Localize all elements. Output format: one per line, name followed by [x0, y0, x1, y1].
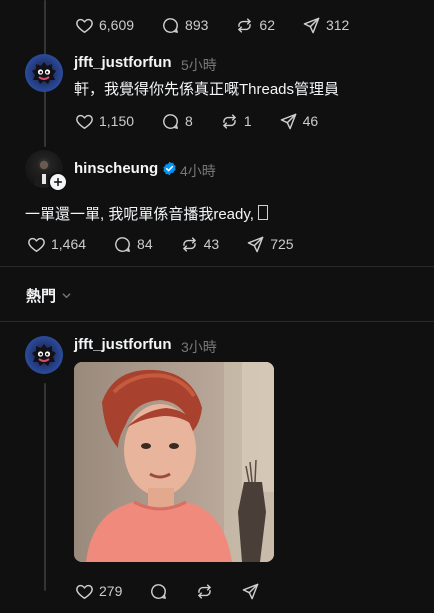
like-button[interactable]: 6,609 [75, 16, 134, 35]
divider [0, 321, 434, 322]
like-button[interactable]: 279 [75, 582, 122, 601]
reply-text-content: 一單還一單, 我呢單係音播我ready, [25, 206, 259, 223]
comment-icon [163, 113, 178, 129]
repost-icon [223, 113, 236, 129]
timestamp: 4小時 [180, 163, 216, 179]
username[interactable]: jfft_justforfun [74, 336, 171, 353]
repost-button[interactable]: 43 [180, 235, 220, 254]
top-post-actions: 6,609 893 62 312 [75, 13, 376, 37]
share-button[interactable]: 725 [246, 235, 294, 254]
username[interactable]: hinscheung [74, 160, 158, 177]
avatar[interactable] [25, 336, 63, 374]
heart-icon [76, 18, 93, 33]
monster-avatar-icon [32, 344, 56, 366]
reply-button[interactable]: 84 [113, 235, 153, 254]
like-count: 1,464 [51, 236, 87, 252]
reply-button[interactable] [149, 582, 168, 601]
reply-count: 893 [185, 17, 209, 33]
like-count: 279 [99, 583, 123, 599]
like-button[interactable]: 1,464 [27, 235, 86, 254]
plus-icon [53, 177, 63, 187]
follow-plus-button[interactable] [48, 172, 68, 192]
reply-button[interactable]: 893 [161, 16, 208, 35]
send-icon [247, 236, 264, 252]
share-count: 725 [270, 236, 294, 252]
repost-button[interactable]: 1 [220, 112, 252, 131]
repost-button[interactable] [195, 582, 214, 601]
like-button[interactable]: 1,150 [75, 112, 134, 131]
repost-count: 1 [243, 113, 252, 129]
timestamp: 3小時 [181, 339, 217, 355]
reply-actions: 1,150 8 1 46 [75, 109, 345, 133]
comment-icon [163, 17, 178, 33]
like-count: 6,609 [99, 17, 135, 33]
comment-icon [151, 583, 167, 599]
repost-icon [198, 583, 212, 599]
reply-text: 軒，我覺得你先係真正嘅Threads管理員 [74, 81, 340, 98]
reply-actions: 1,464 84 43 725 [27, 232, 321, 256]
share-count: 46 [302, 113, 319, 129]
sort-label: 熱門 [26, 288, 57, 305]
reply-count: 8 [185, 113, 193, 129]
username[interactable]: jfft_justforfun [74, 54, 171, 71]
share-button[interactable] [241, 582, 260, 601]
send-icon [280, 113, 296, 129]
like-count: 1,150 [99, 113, 135, 129]
send-icon [243, 583, 259, 599]
post-actions: 279 [75, 579, 287, 603]
video-frame-image [74, 362, 274, 562]
thread-connector [44, 383, 46, 591]
sort-dropdown[interactable]: 熱門 [26, 285, 72, 306]
reply-count: 84 [137, 236, 153, 252]
heart-icon [76, 584, 93, 599]
avatar[interactable] [25, 54, 63, 92]
monster-avatar-icon [32, 62, 56, 84]
heart-icon [76, 114, 93, 129]
chevron-down-icon [62, 293, 71, 299]
comment-icon [115, 236, 130, 252]
repost-count: 62 [259, 17, 275, 33]
heart-icon [28, 237, 45, 252]
repost-button[interactable]: 62 [235, 16, 275, 35]
reply-text: 一單還一單, 我呢單係音播我ready, [25, 203, 269, 224]
repost-icon [182, 236, 196, 252]
timestamp: 5小時 [181, 57, 217, 73]
verified-badge-icon [162, 161, 177, 176]
divider [0, 266, 434, 267]
share-button[interactable]: 46 [279, 112, 319, 131]
repost-icon [238, 17, 252, 33]
repost-count: 43 [203, 236, 220, 252]
missing-glyph-icon [258, 205, 269, 220]
share-count: 312 [325, 17, 350, 33]
send-icon [303, 17, 320, 33]
video-thumbnail[interactable] [74, 362, 274, 562]
share-button[interactable]: 312 [302, 16, 349, 35]
reply-button[interactable]: 8 [161, 112, 193, 131]
